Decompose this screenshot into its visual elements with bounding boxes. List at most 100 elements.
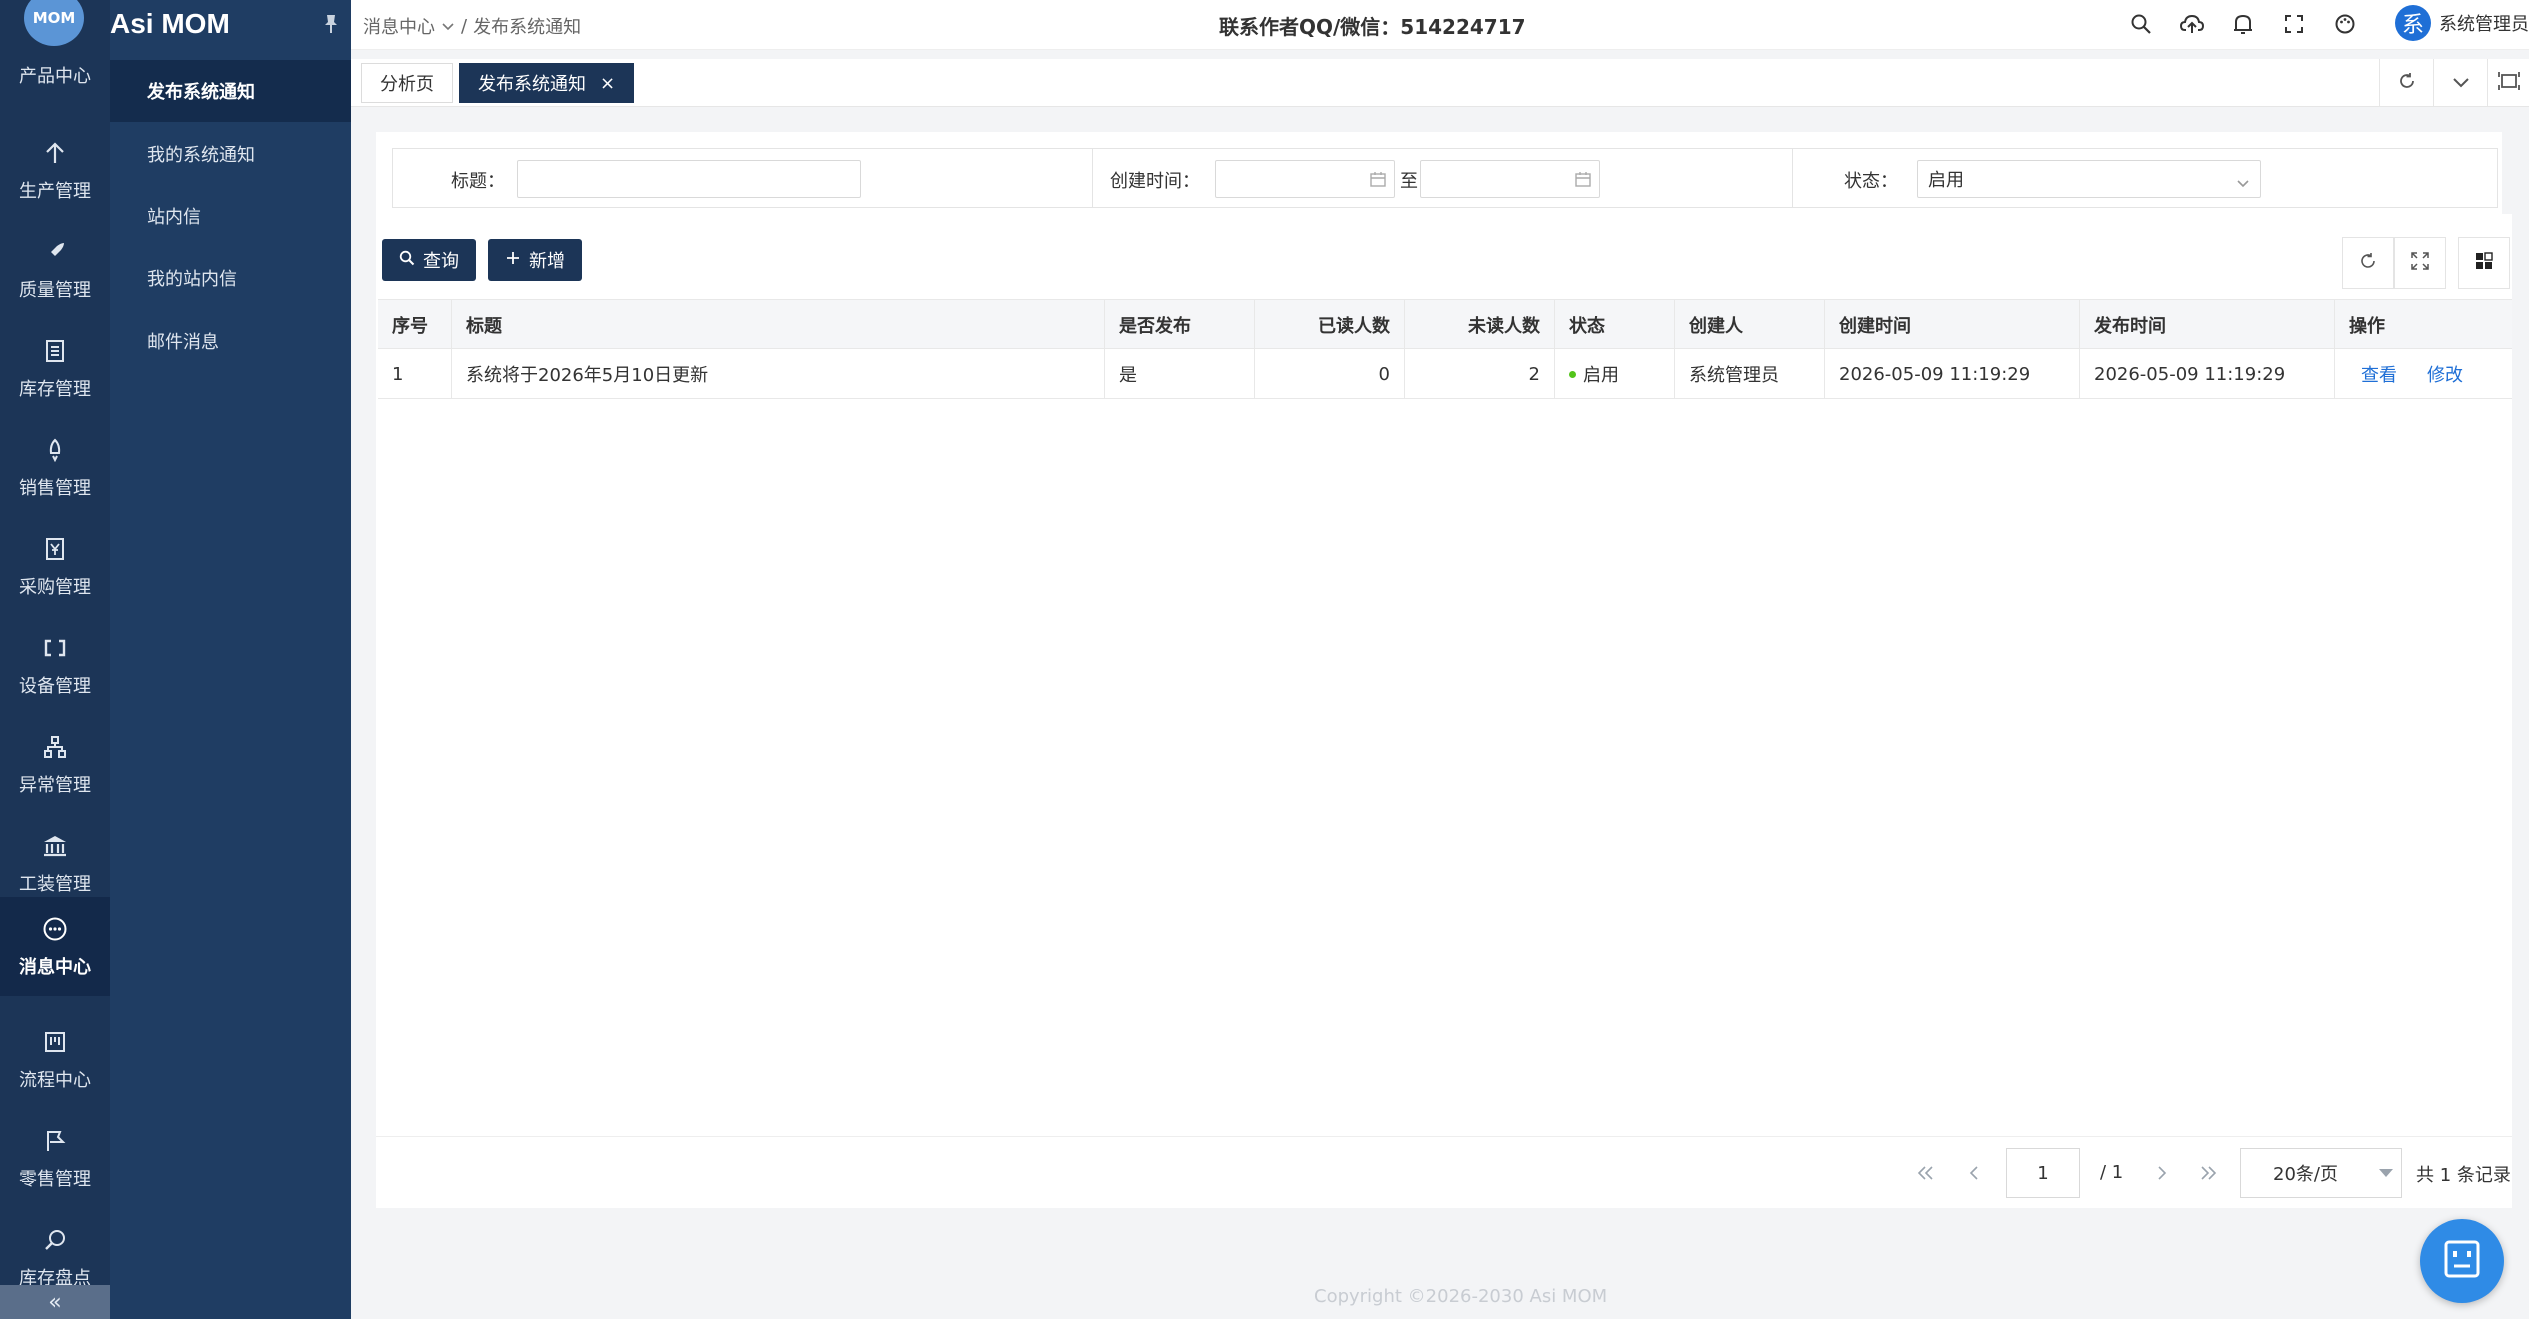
tab-analysis[interactable]: 分析页	[361, 63, 453, 103]
column-settings-button[interactable]	[2458, 237, 2510, 289]
column-header: 标题	[452, 300, 1105, 350]
last-page-icon[interactable]	[2194, 1159, 2222, 1187]
palette-icon[interactable]	[2333, 12, 2357, 36]
breadcrumb-item[interactable]: 消息中心	[363, 13, 435, 39]
tab-menu-button[interactable]	[2433, 59, 2487, 107]
total-pages: / 1	[2100, 1162, 2124, 1183]
maximize-content-button[interactable]	[2487, 59, 2529, 107]
filter-row: 标题： 创建时间： 至 状态： 启用	[392, 148, 2498, 208]
sidebar-item-inbox[interactable]: 站内信	[110, 185, 351, 247]
query-button-label: 查询	[423, 251, 459, 272]
user-menu[interactable]: 系 系统管理员	[2395, 5, 2529, 41]
filter-title-label: 标题：	[451, 171, 505, 192]
rail-item-sales[interactable]: 销售管理	[0, 420, 110, 515]
created-end-date-input[interactable]	[1420, 160, 1600, 198]
sidebar-item-label: 我的站内信	[147, 269, 237, 290]
search-icon	[399, 250, 415, 271]
title-input[interactable]	[517, 160, 861, 198]
chevron-down-icon[interactable]	[441, 16, 455, 37]
filter-created-label: 创建时间：	[1110, 171, 1200, 192]
rail-item-quality[interactable]: 质量管理	[0, 222, 110, 317]
cell-status: 启用	[1555, 349, 1675, 399]
grid-icon	[2474, 251, 2494, 276]
status-select-value: 启用	[1928, 170, 1964, 191]
notice-table: 序号 标题 是否发布 已读人数 未读人数 状态 创建人 创建时间 发布时间 操作…	[378, 299, 2512, 399]
fullscreen-table-button[interactable]	[2394, 237, 2446, 289]
maximize-icon	[2497, 71, 2520, 96]
plus-icon	[505, 250, 521, 271]
app-title: Asi MOM	[110, 8, 230, 39]
sidebar-item-my-notices[interactable]: 我的系统通知	[110, 123, 351, 185]
rail-item-exceptions[interactable]: 异常管理	[0, 717, 110, 812]
first-page-icon[interactable]	[1912, 1159, 1940, 1187]
rail-item-product-center[interactable]: 产品中心	[0, 62, 110, 88]
message-icon	[41, 915, 69, 943]
reload-table-button[interactable]	[2342, 237, 2394, 289]
rail-item-label: 采购管理	[19, 576, 91, 598]
edit-link[interactable]: 修改	[2427, 361, 2463, 387]
rail-item-label: 质量管理	[19, 279, 91, 301]
refresh-icon	[2358, 251, 2378, 276]
breadcrumb-item: 发布系统通知	[473, 17, 582, 38]
avatar: 系	[2395, 5, 2431, 41]
column-header: 状态	[1555, 300, 1675, 350]
rail-item-label: 产品中心	[19, 66, 91, 87]
status-select[interactable]: 启用	[1917, 160, 2261, 198]
created-start-date-input[interactable]	[1215, 160, 1395, 198]
sidebar-item-label: 邮件消息	[147, 332, 219, 353]
sub-menu-sidebar: Asi MOM 发布系统通知 我的系统通知 站内信 我的站内信 邮件消息	[110, 0, 351, 1319]
prev-page-icon[interactable]	[1960, 1159, 1988, 1187]
query-button[interactable]: 查询	[382, 239, 476, 281]
page-number-input[interactable]: 1	[2006, 1148, 2080, 1198]
rocket-launch-icon	[41, 436, 69, 464]
cell-unread-count: 2	[1405, 349, 1555, 399]
search-icon[interactable]	[2129, 12, 2153, 36]
next-page-icon[interactable]	[2148, 1159, 2176, 1187]
app-logo: MOM	[24, 0, 84, 46]
rail-item-production[interactable]: 生产管理	[0, 123, 110, 218]
page-tabs: 分析页 发布系统通知 ×	[351, 59, 2529, 107]
bell-icon[interactable]	[2231, 12, 2255, 36]
refresh-tab-button[interactable]	[2379, 59, 2433, 107]
rail-item-label: 零售管理	[19, 1168, 91, 1190]
table-row[interactable]: 1 系统将于2026年5月10日更新 是 0 2 启用 系统管理员 2026-0…	[378, 349, 2512, 399]
fullscreen-icon[interactable]	[2282, 12, 2306, 36]
column-header: 操作	[2349, 316, 2385, 337]
sidebar-item-label: 我的系统通知	[147, 145, 255, 166]
tab-publish-notice[interactable]: 发布系统通知 ×	[459, 63, 635, 103]
rail-item-workflow[interactable]: 流程中心	[0, 1012, 110, 1107]
rail-item-label: 生产管理	[19, 180, 91, 202]
collapse-rail-button[interactable]: «	[0, 1285, 110, 1319]
rail-item-message-center[interactable]: 消息中心	[0, 897, 110, 996]
close-icon[interactable]: ×	[600, 73, 615, 94]
cell-index: 1	[378, 349, 452, 399]
page-size-select[interactable]: 20条/页	[2240, 1148, 2402, 1198]
cell-actions: 查看 修改	[2335, 349, 2512, 399]
sidebar-item-label: 发布系统通知	[147, 82, 255, 103]
add-button[interactable]: 新增	[488, 239, 582, 281]
sidebar-item-my-inbox[interactable]: 我的站内信	[110, 247, 351, 309]
rocket-icon	[41, 238, 69, 266]
rail-item-retail[interactable]: 零售管理	[0, 1111, 110, 1206]
sidebar-item-publish-notice[interactable]: 发布系统通知	[110, 60, 351, 122]
rail-item-inventory[interactable]: 库存管理	[0, 321, 110, 416]
assistant-button[interactable]	[2420, 1219, 2504, 1303]
filter-title: 标题：	[393, 149, 1093, 207]
record-count: 共 1 条记录	[2416, 1165, 2511, 1186]
column-header: 发布时间	[2080, 300, 2335, 350]
search-check-icon	[41, 1226, 69, 1254]
pin-icon[interactable]	[321, 13, 341, 35]
column-header: 序号	[378, 300, 452, 350]
cloud-upload-icon[interactable]	[2180, 12, 2204, 36]
rail-item-label: 设备管理	[19, 675, 91, 697]
caret-down-icon	[2379, 1169, 2393, 1177]
sidebar-item-email-messages[interactable]: 邮件消息	[110, 310, 351, 372]
contact-info: 联系作者QQ/微信：514224717	[1219, 15, 1526, 39]
rail-item-purchasing[interactable]: 采购管理	[0, 519, 110, 614]
chevron-down-icon	[2236, 173, 2250, 194]
status-badge: 启用	[1583, 365, 1619, 386]
view-link[interactable]: 查看	[2361, 361, 2397, 387]
breadcrumb-separator: /	[461, 15, 468, 37]
rail-item-equipment[interactable]: 设备管理	[0, 618, 110, 713]
column-header: 创建人	[1675, 300, 1825, 350]
